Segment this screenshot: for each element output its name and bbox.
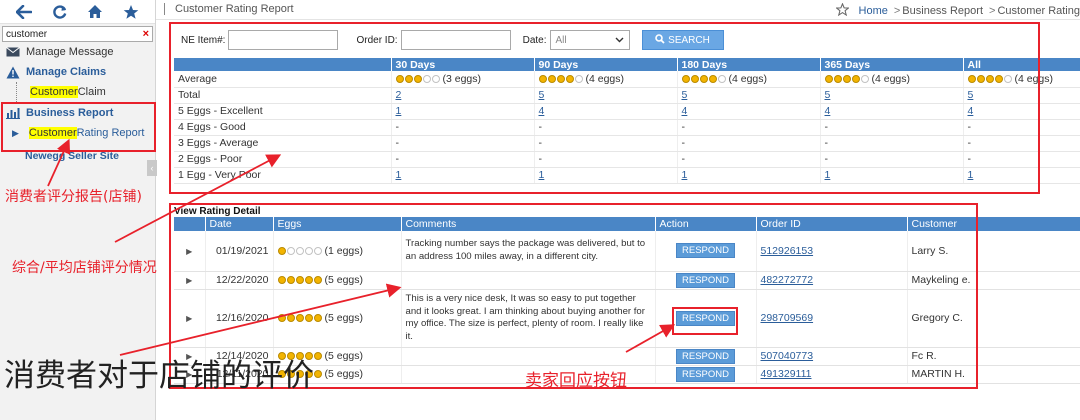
sidebar-search: × bbox=[2, 26, 153, 42]
warning-icon bbox=[6, 65, 20, 79]
refresh-icon[interactable] bbox=[51, 3, 69, 21]
sidebar-item-manage-claims[interactable]: Manage Claims bbox=[0, 62, 155, 82]
breadcrumb: Home > Business Report > Customer Rating bbox=[834, 2, 1080, 19]
home-icon[interactable] bbox=[86, 3, 104, 21]
sidebar-item-customer-claim[interactable]: Customer Claim bbox=[0, 82, 155, 102]
annotation-report-label: 消费者评分报告(店铺) bbox=[5, 189, 142, 205]
annotation-reviews-label: 消费者对于店铺的评价 bbox=[4, 358, 314, 394]
breadcrumb-separator: > bbox=[893, 5, 901, 17]
sidebar-item-label: Manage Message bbox=[26, 46, 114, 58]
sidebar-item-label: Manage Claims bbox=[26, 66, 107, 78]
sidebar-toolbar bbox=[0, 0, 155, 24]
page-title: Customer Rating Report bbox=[164, 3, 294, 15]
clear-search-icon[interactable]: × bbox=[143, 27, 149, 41]
breadcrumb-separator: > bbox=[989, 5, 996, 17]
favorite-star-icon[interactable] bbox=[834, 2, 850, 19]
back-arrow-icon[interactable] bbox=[15, 3, 33, 21]
annotation-box-respond bbox=[672, 307, 738, 335]
top-bar: Customer Rating Report Home > Business R… bbox=[156, 0, 1080, 20]
breadcrumb-home-link[interactable]: Home bbox=[859, 5, 888, 17]
annotation-average-label: 综合/平均店铺评分情况 bbox=[12, 260, 157, 276]
annotation-respond-label: 卖家回应按钮 bbox=[525, 371, 627, 391]
sidebar-search-input[interactable] bbox=[3, 27, 135, 41]
annotation-box-summary bbox=[169, 22, 1040, 194]
breadcrumb-business-report: Business Report bbox=[902, 5, 984, 17]
sidebar-item-manage-message[interactable]: Manage Message bbox=[0, 42, 155, 62]
envelope-icon bbox=[6, 45, 20, 59]
annotation-box-sidebar bbox=[1, 102, 156, 152]
search-highlight: Customer bbox=[30, 86, 78, 98]
star-icon[interactable] bbox=[122, 3, 140, 21]
sidebar-item-label: Claim bbox=[77, 86, 106, 98]
breadcrumb-current: Customer Rating bbox=[997, 5, 1080, 17]
collapse-sidebar-button[interactable]: ‹ bbox=[147, 160, 157, 176]
